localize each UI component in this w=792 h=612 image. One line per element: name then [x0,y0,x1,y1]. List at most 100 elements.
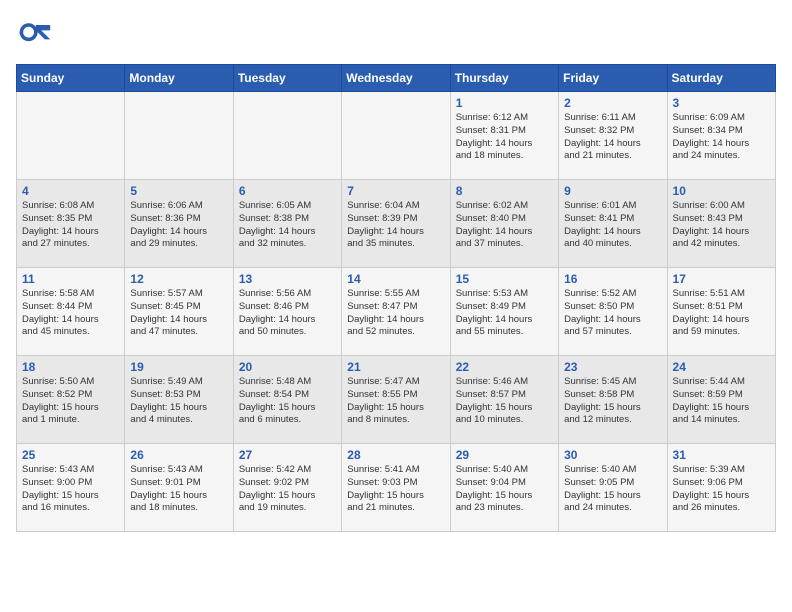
day-info: Sunrise: 5:43 AM Sunset: 9:01 PM Dayligh… [130,464,227,515]
day-info: Sunrise: 5:39 AM Sunset: 9:06 PM Dayligh… [673,464,770,515]
day-number: 1 [456,96,553,110]
day-number: 22 [456,360,553,374]
calendar-cell: 21 Sunrise: 5:47 AM Sunset: 8:55 PM Dayli… [342,356,450,444]
weekday-header-row: SundayMondayTuesdayWednesdayThursdayFrid… [17,65,776,92]
day-info: Sunrise: 6:11 AM Sunset: 8:32 PM Dayligh… [564,112,661,163]
day-info: Sunrise: 5:43 AM Sunset: 9:00 PM Dayligh… [22,464,119,515]
calendar-cell: 29Sunrise: 5:40 AM Sunset: 9:04 PM Dayli… [450,444,558,532]
day-info: Sunrise: 6:04 AM Sunset: 8:39 PM Dayligh… [347,200,444,251]
calendar-cell: 26 Sunrise: 5:43 AM Sunset: 9:01 PM Dayli… [125,444,233,532]
calendar-cell [233,92,341,180]
calendar-week-row: 18 Sunrise: 5:50 AM Sunset: 8:52 PM Dayli… [17,356,776,444]
calendar-cell: 20 Sunrise: 5:48 AM Sunset: 8:54 PM Dayli… [233,356,341,444]
calendar-cell: 13Sunrise: 5:56 AM Sunset: 8:46 PM Dayli… [233,268,341,356]
day-info: Sunrise: 6:09 AM Sunset: 8:34 PM Dayligh… [673,112,770,163]
day-number: 15 [456,272,553,286]
day-info: Sunrise: 5:46 AM Sunset: 8:57 PM Dayligh… [456,376,553,427]
day-info: Sunrise: 5:56 AM Sunset: 8:46 PM Dayligh… [239,288,336,339]
calendar-cell: 30Sunrise: 5:40 AM Sunset: 9:05 PM Dayli… [559,444,667,532]
day-info: Sunrise: 5:57 AM Sunset: 8:45 PM Dayligh… [130,288,227,339]
day-info: Sunrise: 5:42 AM Sunset: 9:02 PM Dayligh… [239,464,336,515]
calendar-cell: 19 Sunrise: 5:49 AM Sunset: 8:53 PM Dayli… [125,356,233,444]
calendar-cell: 4 Sunrise: 6:08 AM Sunset: 8:35 PM Daylig… [17,180,125,268]
calendar-cell: 10 Sunrise: 6:00 AM Sunset: 8:43 PM Dayli… [667,180,775,268]
day-number: 7 [347,184,444,198]
day-info: Sunrise: 6:05 AM Sunset: 8:38 PM Dayligh… [239,200,336,251]
calendar-cell: 27 Sunrise: 5:42 AM Sunset: 9:02 PM Dayli… [233,444,341,532]
day-number: 3 [673,96,770,110]
calendar-cell [342,92,450,180]
calendar-cell: 6 Sunrise: 6:05 AM Sunset: 8:38 PM Daylig… [233,180,341,268]
calendar-week-row: 4 Sunrise: 6:08 AM Sunset: 8:35 PM Daylig… [17,180,776,268]
calendar-cell: 18 Sunrise: 5:50 AM Sunset: 8:52 PM Dayli… [17,356,125,444]
day-info: Sunrise: 5:50 AM Sunset: 8:52 PM Dayligh… [22,376,119,427]
calendar-cell: 1Sunrise: 6:12 AM Sunset: 8:31 PM Daylig… [450,92,558,180]
day-info: Sunrise: 5:55 AM Sunset: 8:47 PM Dayligh… [347,288,444,339]
weekday-header: Wednesday [342,65,450,92]
calendar-cell: 11 Sunrise: 5:58 AM Sunset: 8:44 PM Dayli… [17,268,125,356]
calendar-week-row: 1Sunrise: 6:12 AM Sunset: 8:31 PM Daylig… [17,92,776,180]
day-number: 19 [130,360,227,374]
weekday-header: Sunday [17,65,125,92]
day-number: 11 [22,272,119,286]
day-info: Sunrise: 5:41 AM Sunset: 9:03 PM Dayligh… [347,464,444,515]
day-info: Sunrise: 5:49 AM Sunset: 8:53 PM Dayligh… [130,376,227,427]
day-number: 26 [130,448,227,462]
day-number: 9 [564,184,661,198]
calendar-week-row: 25 Sunrise: 5:43 AM Sunset: 9:00 PM Dayli… [17,444,776,532]
calendar-cell: 15Sunrise: 5:53 AM Sunset: 8:49 PM Dayli… [450,268,558,356]
weekday-header: Saturday [667,65,775,92]
day-info: Sunrise: 5:45 AM Sunset: 8:58 PM Dayligh… [564,376,661,427]
weekday-header: Tuesday [233,65,341,92]
calendar-cell: 9Sunrise: 6:01 AM Sunset: 8:41 PM Daylig… [559,180,667,268]
calendar-cell: 25 Sunrise: 5:43 AM Sunset: 9:00 PM Dayli… [17,444,125,532]
calendar-cell: 12 Sunrise: 5:57 AM Sunset: 8:45 PM Dayli… [125,268,233,356]
day-number: 12 [130,272,227,286]
day-number: 20 [239,360,336,374]
day-number: 21 [347,360,444,374]
day-info: Sunrise: 5:40 AM Sunset: 9:05 PM Dayligh… [564,464,661,515]
day-number: 4 [22,184,119,198]
calendar-table: SundayMondayTuesdayWednesdayThursdayFrid… [16,64,776,532]
weekday-header: Monday [125,65,233,92]
day-number: 17 [673,272,770,286]
calendar-cell: 14 Sunrise: 5:55 AM Sunset: 8:47 PM Dayli… [342,268,450,356]
day-number: 29 [456,448,553,462]
day-number: 8 [456,184,553,198]
logo-icon [16,16,52,52]
day-info: Sunrise: 5:44 AM Sunset: 8:59 PM Dayligh… [673,376,770,427]
day-number: 28 [347,448,444,462]
calendar-cell: 8 Sunrise: 6:02 AM Sunset: 8:40 PM Daylig… [450,180,558,268]
day-number: 24 [673,360,770,374]
day-info: Sunrise: 5:47 AM Sunset: 8:55 PM Dayligh… [347,376,444,427]
day-number: 18 [22,360,119,374]
logo [16,16,58,52]
day-info: Sunrise: 6:06 AM Sunset: 8:36 PM Dayligh… [130,200,227,251]
day-info: Sunrise: 6:08 AM Sunset: 8:35 PM Dayligh… [22,200,119,251]
day-info: Sunrise: 6:02 AM Sunset: 8:40 PM Dayligh… [456,200,553,251]
day-number: 10 [673,184,770,198]
day-info: Sunrise: 5:58 AM Sunset: 8:44 PM Dayligh… [22,288,119,339]
weekday-header: Thursday [450,65,558,92]
day-info: Sunrise: 5:51 AM Sunset: 8:51 PM Dayligh… [673,288,770,339]
day-number: 31 [673,448,770,462]
day-info: Sunrise: 5:52 AM Sunset: 8:50 PM Dayligh… [564,288,661,339]
calendar-cell: 5 Sunrise: 6:06 AM Sunset: 8:36 PM Daylig… [125,180,233,268]
calendar-cell: 17 Sunrise: 5:51 AM Sunset: 8:51 PM Dayli… [667,268,775,356]
day-number: 2 [564,96,661,110]
calendar-cell: 22 Sunrise: 5:46 AM Sunset: 8:57 PM Dayli… [450,356,558,444]
calendar-cell: 28 Sunrise: 5:41 AM Sunset: 9:03 PM Dayli… [342,444,450,532]
calendar-cell: 3 Sunrise: 6:09 AM Sunset: 8:34 PM Daylig… [667,92,775,180]
calendar-cell: 7 Sunrise: 6:04 AM Sunset: 8:39 PM Daylig… [342,180,450,268]
calendar-cell: 16Sunrise: 5:52 AM Sunset: 8:50 PM Dayli… [559,268,667,356]
day-info: Sunrise: 5:48 AM Sunset: 8:54 PM Dayligh… [239,376,336,427]
day-number: 27 [239,448,336,462]
day-number: 25 [22,448,119,462]
day-info: Sunrise: 6:00 AM Sunset: 8:43 PM Dayligh… [673,200,770,251]
calendar-cell: 23 Sunrise: 5:45 AM Sunset: 8:58 PM Dayli… [559,356,667,444]
day-number: 5 [130,184,227,198]
day-number: 6 [239,184,336,198]
day-number: 23 [564,360,661,374]
day-number: 14 [347,272,444,286]
calendar-cell [125,92,233,180]
